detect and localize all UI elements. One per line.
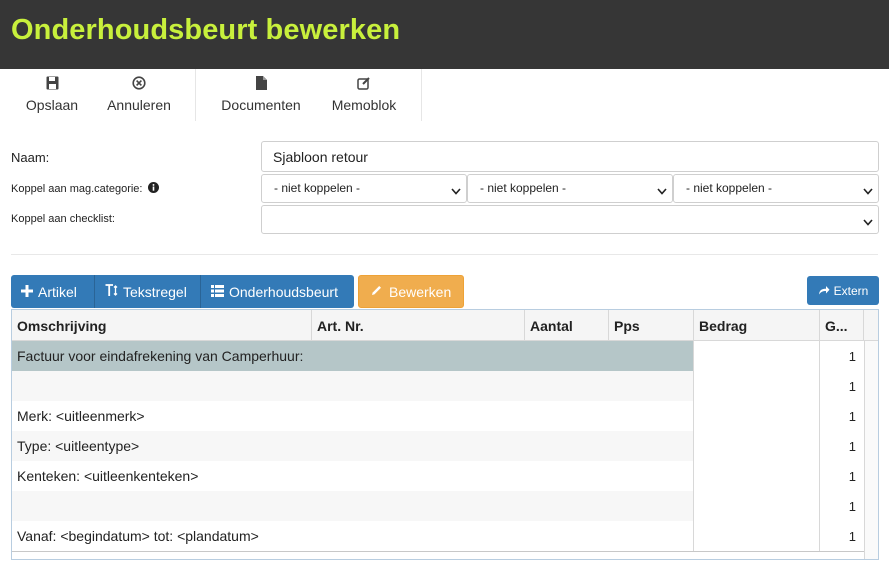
col-bedrag[interactable]: Bedrag bbox=[694, 310, 820, 341]
save-button-label: Opslaan bbox=[25, 97, 79, 113]
add-artikel-label: Artikel bbox=[38, 283, 77, 300]
documents-button-label: Documenten bbox=[221, 97, 301, 113]
cell-g[interactable]: 1 bbox=[819, 341, 864, 371]
form-divider bbox=[11, 254, 878, 255]
info-icon[interactable] bbox=[147, 182, 159, 196]
col-omschrijving[interactable]: Omschrijving bbox=[12, 310, 312, 341]
extern-button[interactable]: Extern bbox=[807, 276, 879, 305]
plus-icon bbox=[21, 284, 33, 300]
col-g[interactable]: G... bbox=[820, 310, 864, 341]
add-onderhoudsbeurt-button[interactable]: Onderhoudsbeurt bbox=[200, 275, 354, 308]
table-row[interactable]: 1 bbox=[12, 371, 864, 401]
cell-bedrag[interactable] bbox=[693, 521, 819, 551]
documents-button[interactable]: Documenten bbox=[216, 69, 306, 121]
grid-header: Omschrijving Art. Nr. Aantal Pps Bedrag … bbox=[12, 310, 878, 341]
chevron-down-icon bbox=[451, 184, 461, 198]
table-row[interactable]: 1 bbox=[12, 491, 864, 521]
checklist-select[interactable] bbox=[261, 205, 879, 234]
memo-button[interactable]: Memoblok bbox=[324, 69, 404, 121]
cell-g[interactable]: 1 bbox=[819, 401, 864, 431]
cancel-button[interactable]: Annuleren bbox=[101, 69, 177, 121]
koppel-checklist-label: Koppel aan checklist: bbox=[11, 213, 115, 225]
title-bar: Onderhoudsbeurt bewerken bbox=[0, 0, 889, 69]
bewerken-button[interactable]: Bewerken bbox=[358, 275, 464, 308]
toolbar-group-main: Opslaan Annuleren bbox=[0, 69, 196, 121]
cell-g[interactable]: 1 bbox=[819, 431, 864, 461]
koppel-categorie-label-text: Koppel aan mag.categorie: bbox=[11, 183, 143, 195]
toolbar-group-extra: Documenten Memoblok bbox=[196, 69, 422, 121]
naam-input[interactable]: Sjabloon retour bbox=[261, 141, 879, 172]
col-pps[interactable]: Pps bbox=[609, 310, 694, 341]
cell-omschrijving[interactable]: Merk: <uitleenmerk> bbox=[12, 401, 693, 431]
cell-bedrag[interactable] bbox=[693, 491, 819, 521]
cell-g[interactable]: 1 bbox=[819, 491, 864, 521]
cell-g[interactable]: 1 bbox=[819, 521, 864, 551]
lines-grid: Omschrijving Art. Nr. Aantal Pps Bedrag … bbox=[11, 309, 879, 560]
categorie-select-3[interactable]: - niet koppelen - bbox=[673, 174, 879, 203]
table-row[interactable]: Vanaf: <begindatum> tot: <plandatum> 1 bbox=[12, 521, 864, 551]
grid-scrollbar[interactable] bbox=[864, 341, 878, 559]
grid-bottom-line bbox=[12, 551, 864, 552]
col-aantal[interactable]: Aantal bbox=[525, 310, 609, 341]
document-icon bbox=[216, 76, 306, 92]
add-tekstregel-button[interactable]: Tekstregel bbox=[94, 275, 200, 308]
cell-omschrijving[interactable]: Factuur voor eindafrekening van Camperhu… bbox=[12, 341, 693, 371]
bewerken-label: Bewerken bbox=[389, 283, 452, 300]
categorie-select-3-value: - niet koppelen - bbox=[686, 181, 773, 195]
cell-omschrijving[interactable]: Type: <uitleentype> bbox=[12, 431, 693, 461]
table-row[interactable]: Factuur voor eindafrekening van Camperhu… bbox=[12, 341, 864, 371]
edit-icon bbox=[324, 76, 404, 92]
cell-omschrijving[interactable]: Vanaf: <begindatum> tot: <plandatum> bbox=[12, 521, 693, 551]
cell-omschrijving[interactable] bbox=[12, 371, 693, 401]
cell-omschrijving[interactable] bbox=[12, 491, 693, 521]
koppel-categorie-label: Koppel aan mag.categorie: bbox=[11, 182, 159, 196]
floppy-disk-icon bbox=[17, 76, 87, 92]
page-title: Onderhoudsbeurt bewerken bbox=[11, 14, 401, 46]
table-row[interactable]: Type: <uitleentype> 1 bbox=[12, 431, 864, 461]
cell-g[interactable]: 1 bbox=[819, 371, 864, 401]
chevron-down-icon bbox=[657, 184, 667, 198]
share-arrow-icon bbox=[818, 284, 830, 298]
add-artikel-button[interactable]: Artikel bbox=[11, 275, 94, 308]
pencil-icon bbox=[370, 284, 383, 300]
cell-bedrag[interactable] bbox=[693, 431, 819, 461]
list-icon bbox=[211, 284, 224, 300]
table-row[interactable]: Kenteken: <uitleenkenteken> 1 bbox=[12, 461, 864, 491]
save-button[interactable]: Opslaan bbox=[17, 69, 87, 121]
chevron-down-icon bbox=[863, 184, 873, 198]
cell-bedrag[interactable] bbox=[693, 371, 819, 401]
add-tekstregel-label: Tekstregel bbox=[123, 283, 187, 300]
categorie-select-2-value: - niet koppelen - bbox=[480, 181, 567, 195]
cell-bedrag[interactable] bbox=[693, 461, 819, 491]
cancel-button-label: Annuleren bbox=[107, 97, 171, 113]
col-art-nr[interactable]: Art. Nr. bbox=[312, 310, 525, 341]
cell-omschrijving[interactable]: Kenteken: <uitleenkenteken> bbox=[12, 461, 693, 491]
table-row[interactable]: Merk: <uitleenmerk> 1 bbox=[12, 401, 864, 431]
circle-x-icon bbox=[101, 76, 177, 92]
categorie-select-2[interactable]: - niet koppelen - bbox=[467, 174, 673, 203]
text-height-icon bbox=[105, 283, 118, 300]
memo-button-label: Memoblok bbox=[331, 97, 397, 113]
cell-g[interactable]: 1 bbox=[819, 461, 864, 491]
cell-bedrag[interactable] bbox=[693, 401, 819, 431]
cell-bedrag[interactable] bbox=[693, 341, 819, 371]
categorie-select-1[interactable]: - niet koppelen - bbox=[261, 174, 467, 203]
chevron-down-icon bbox=[863, 215, 873, 229]
categorie-select-1-value: - niet koppelen - bbox=[274, 181, 361, 195]
naam-label: Naam: bbox=[11, 150, 50, 165]
toolbar: Opslaan Annuleren Documenten Memoblok bbox=[0, 69, 889, 121]
extern-label: Extern bbox=[833, 283, 869, 298]
add-onderhoudsbeurt-label: Onderhoudsbeurt bbox=[229, 283, 338, 300]
